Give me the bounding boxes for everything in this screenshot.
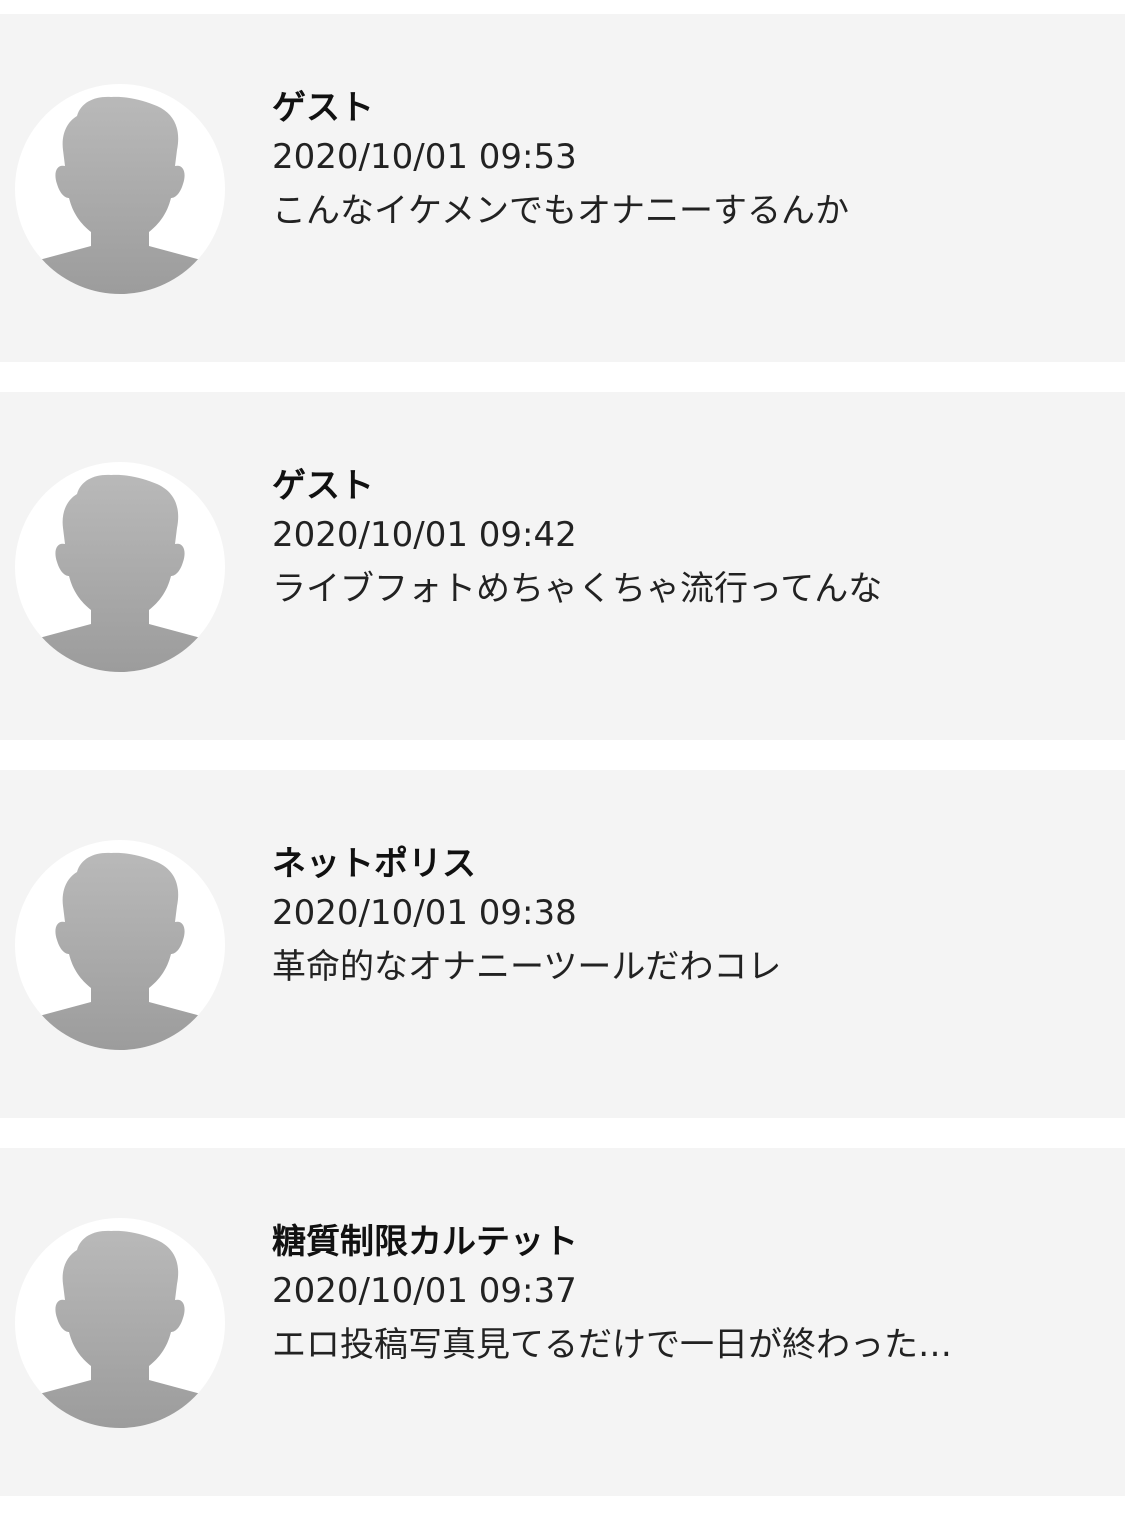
comment-timestamp: 2020/10/01 09:37 <box>272 1271 577 1311</box>
avatar[interactable] <box>15 840 225 1050</box>
default-user-silhouette-icon <box>15 462 225 672</box>
comment-message: こんなイケメンでもオナニーするんか <box>272 191 849 231</box>
comment-author[interactable]: ネットポリス <box>272 842 1105 886</box>
default-user-silhouette-icon <box>15 840 225 1050</box>
comment-item[interactable]: 糖質制限カルテット 2020/10/01 09:37 エロ投稿写真見てるだけで一… <box>0 1148 1125 1496</box>
avatar[interactable] <box>15 84 225 294</box>
comment-body: ゲスト 2020/10/01 09:53 こんなイケメンでもオナニーするんか <box>272 86 1105 238</box>
comment-body: ネットポリス 2020/10/01 09:38 革命的なオナニーツールだわコレ <box>272 842 1105 994</box>
comment-message: ライブフォトめちゃくちゃ流行ってんな <box>272 569 883 609</box>
comment-timestamp: 2020/10/01 09:38 <box>272 893 577 933</box>
comment-author[interactable]: ゲスト <box>272 86 1105 130</box>
comment-author[interactable]: ゲスト <box>272 464 1105 508</box>
comment-item[interactable]: ネットポリス 2020/10/01 09:38 革命的なオナニーツールだわコレ <box>0 770 1125 1118</box>
comment-item[interactable]: ゲスト 2020/10/01 09:53 こんなイケメンでもオナニーするんか <box>0 14 1125 362</box>
comment-author[interactable]: 糖質制限カルテット <box>272 1220 1105 1264</box>
default-user-silhouette-icon <box>15 1218 225 1428</box>
comment-body: ゲスト 2020/10/01 09:42 ライブフォトめちゃくちゃ流行ってんな <box>272 464 1105 616</box>
avatar[interactable] <box>15 462 225 672</box>
comment-message: 革命的なオナニーツールだわコレ <box>272 947 782 987</box>
default-user-silhouette-icon <box>15 84 225 294</box>
comment-timestamp: 2020/10/01 09:53 <box>272 137 577 177</box>
comment-message: エロ投稿写真見てるだけで一日が終わった… <box>272 1325 952 1365</box>
comment-body: 糖質制限カルテット 2020/10/01 09:37 エロ投稿写真見てるだけで一… <box>272 1220 1105 1372</box>
avatar[interactable] <box>15 1218 225 1428</box>
comment-timestamp: 2020/10/01 09:42 <box>272 515 577 555</box>
comment-item[interactable]: ゲスト 2020/10/01 09:42 ライブフォトめちゃくちゃ流行ってんな <box>0 392 1125 740</box>
comment-list: ゲスト 2020/10/01 09:53 こんなイケメンでもオナニーするんか ゲ… <box>0 14 1125 1526</box>
